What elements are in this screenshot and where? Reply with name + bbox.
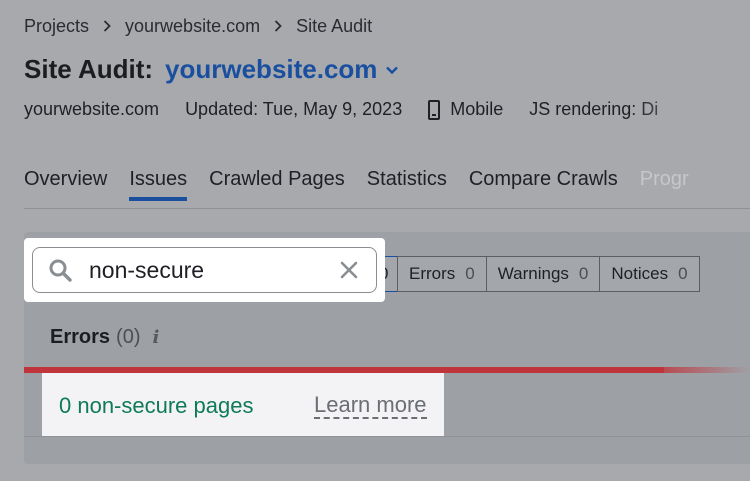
errors-severity-bar-fade: [640, 367, 750, 373]
tab-progress[interactable]: Progr: [640, 168, 689, 201]
search-icon: [49, 259, 72, 282]
errors-section-label: Errors: [50, 326, 111, 348]
learn-more-link[interactable]: Learn more: [314, 393, 427, 419]
tab-compare-crawls[interactable]: Compare Crawls: [469, 168, 618, 201]
page-title: Site Audit: yourwebsite.com: [24, 54, 399, 85]
filter-chip-errors[interactable]: Errors 0: [397, 256, 487, 292]
page-title-label: Site Audit:: [24, 54, 154, 84]
meta-domain: yourwebsite.com: [24, 99, 160, 119]
meta-device: Mobile: [428, 99, 503, 120]
filter-chip-warnings-label: Warnings: [497, 264, 569, 283]
meta-js-rendering: JS rendering: Di: [529, 99, 659, 119]
filter-chip-notices-count: 0: [678, 264, 688, 283]
chevron-right-icon: [274, 16, 282, 37]
clear-icon[interactable]: [340, 261, 358, 279]
tab-statistics[interactable]: Statistics: [367, 168, 447, 201]
project-meta: yourwebsite.com Updated: Tue, May 9, 202…: [24, 99, 684, 120]
filter-chip-notices[interactable]: Notices 0: [599, 256, 700, 292]
meta-device-label: Mobile: [450, 99, 504, 119]
tab-crawled-pages[interactable]: Crawled Pages: [209, 168, 345, 201]
issue-result-link[interactable]: 0 non-secure pages: [59, 393, 253, 419]
search-input[interactable]: non-secure: [32, 247, 377, 293]
filter-chip-warnings[interactable]: Warnings 0: [485, 256, 601, 292]
chevron-down-icon[interactable]: [385, 63, 399, 77]
search-input-value[interactable]: non-secure: [89, 257, 340, 284]
tab-bar: Overview Issues Crawled Pages Statistics…: [24, 168, 711, 201]
tab-issues[interactable]: Issues: [129, 168, 188, 201]
breadcrumb-item-site-audit: Site Audit: [296, 16, 373, 36]
meta-updated: Updated: Tue, May 9, 2023: [185, 99, 403, 119]
tab-overview[interactable]: Overview: [24, 168, 107, 201]
breadcrumb-item-projects[interactable]: Projects: [24, 16, 89, 37]
filter-chip-warnings-count: 0: [578, 264, 589, 283]
chevron-right-icon: [103, 16, 111, 37]
project-selector[interactable]: yourwebsite.com: [165, 54, 377, 85]
filter-chip-notices-label: Notices: [611, 264, 669, 283]
mobile-icon: [428, 99, 441, 120]
row-divider: [24, 436, 750, 437]
filter-chip-errors-count: 0: [465, 264, 475, 283]
info-icon[interactable]: i: [152, 327, 159, 348]
issue-filter-chips: 0 Errors 0 Warnings 0 Notices 0: [374, 256, 700, 292]
tab-divider: [24, 208, 750, 209]
breadcrumb-item-domain[interactable]: yourwebsite.com: [125, 16, 260, 37]
errors-section-count: (0): [116, 326, 141, 348]
breadcrumb: Projects yourwebsite.com Site Audit: [24, 16, 372, 37]
filter-chip-errors-label: Errors: [409, 264, 456, 283]
errors-section-header: Errors (0) i: [50, 326, 159, 349]
